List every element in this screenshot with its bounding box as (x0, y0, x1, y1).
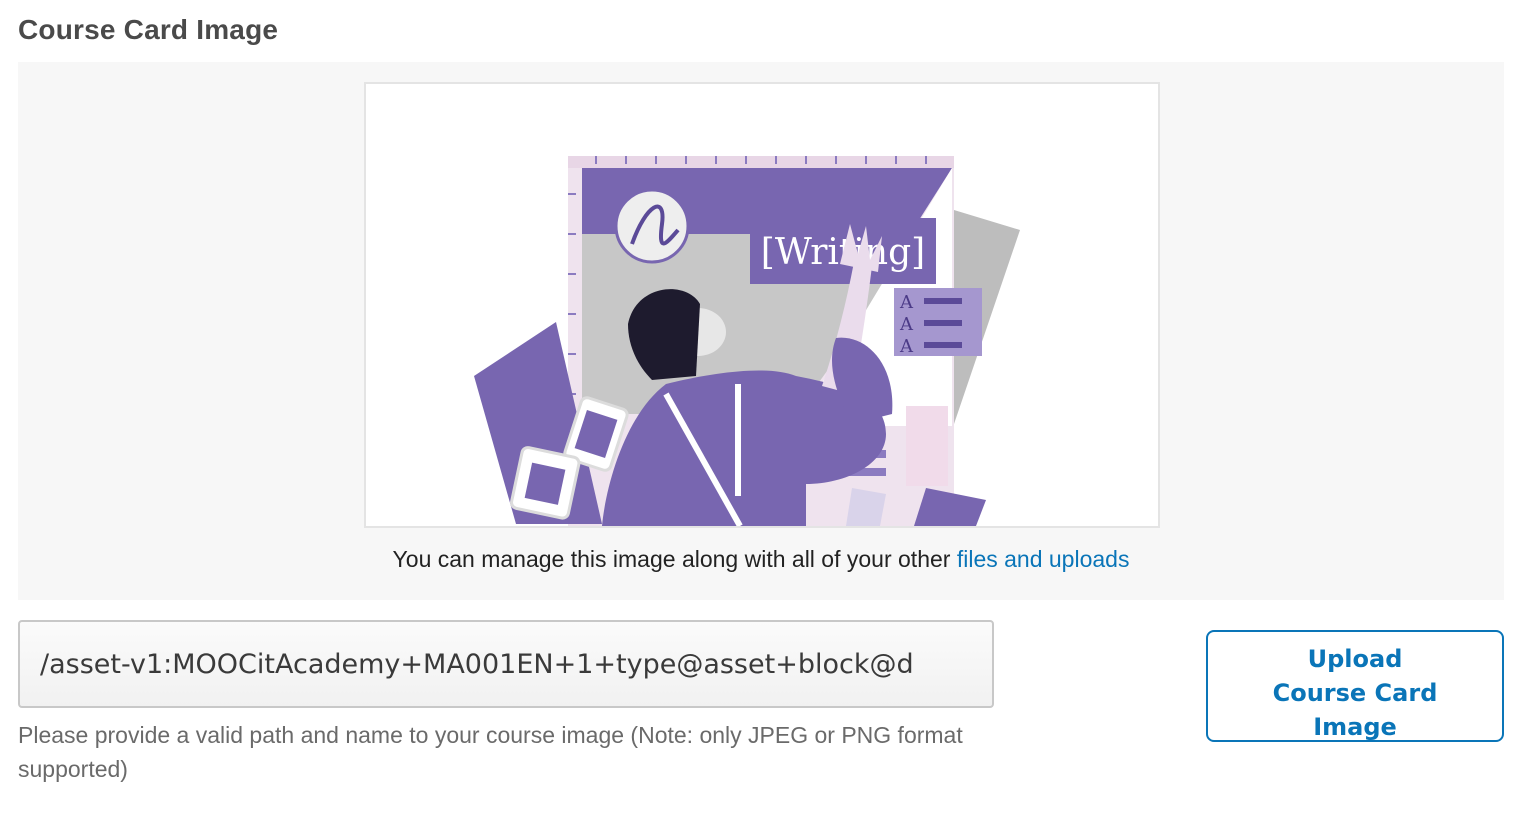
svg-text:A: A (899, 336, 914, 357)
files-and-uploads-link[interactable]: files and uploads (957, 546, 1130, 572)
course-image-help-text: Please provide a valid path and name to … (18, 722, 963, 782)
course-card-image: [Writing] AAA (364, 82, 1160, 528)
upload-course-card-image-button[interactable]: Upload Course Card Image (1206, 630, 1504, 742)
illustration-logo-badge (614, 188, 690, 264)
manage-files-note: You can manage this image along with all… (18, 546, 1504, 573)
image-preview-panel: [Writing] AAA (18, 62, 1504, 600)
svg-text:A: A (899, 314, 914, 335)
course-image-path-input[interactable] (18, 620, 994, 708)
manage-files-text: You can manage this image along with all… (392, 546, 951, 572)
section-title: Course Card Image (18, 14, 279, 45)
course-card-illustration: [Writing] AAA (474, 156, 1020, 526)
svg-text:A: A (899, 292, 914, 313)
